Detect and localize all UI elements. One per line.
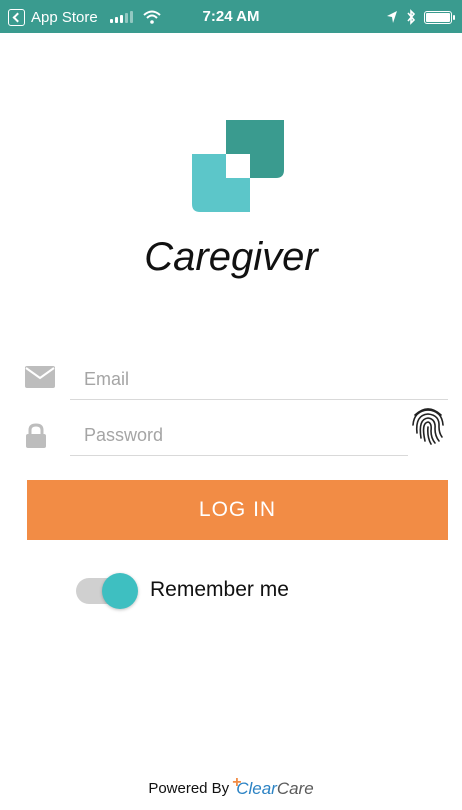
status-bar: App Store 7:24 AM — [0, 0, 462, 33]
status-bar-right — [386, 8, 455, 26]
email-field[interactable] — [70, 360, 448, 400]
plus-icon: + — [232, 774, 242, 791]
brand-care: Care — [276, 779, 314, 798]
battery-icon — [424, 10, 455, 24]
toggle-knob — [102, 573, 138, 609]
lock-icon — [26, 423, 46, 448]
remember-me-toggle[interactable] — [76, 572, 138, 609]
brand-clear: Clear — [236, 779, 277, 798]
password-row — [0, 414, 462, 458]
powered-by-label: Powered By — [148, 780, 230, 797]
envelope-icon — [25, 366, 55, 388]
app-title: Caregiver — [144, 235, 318, 279]
location-arrow-icon — [387, 11, 397, 23]
fingerprint-icon[interactable] — [410, 405, 446, 445]
password-field[interactable] — [70, 416, 408, 456]
email-row — [0, 358, 462, 402]
login-screen: App Store 7:24 AM Caregiver Email LOG IN… — [0, 0, 462, 810]
footer: Powered By + ClearCare — [0, 774, 462, 798]
caregiver-logo-icon — [192, 120, 284, 212]
bluetooth-icon — [407, 9, 416, 25]
clearcare-logo: + ClearCare — [232, 774, 314, 798]
remember-me-label: Remember me — [150, 578, 289, 601]
login-button[interactable]: LOG IN — [27, 480, 448, 540]
